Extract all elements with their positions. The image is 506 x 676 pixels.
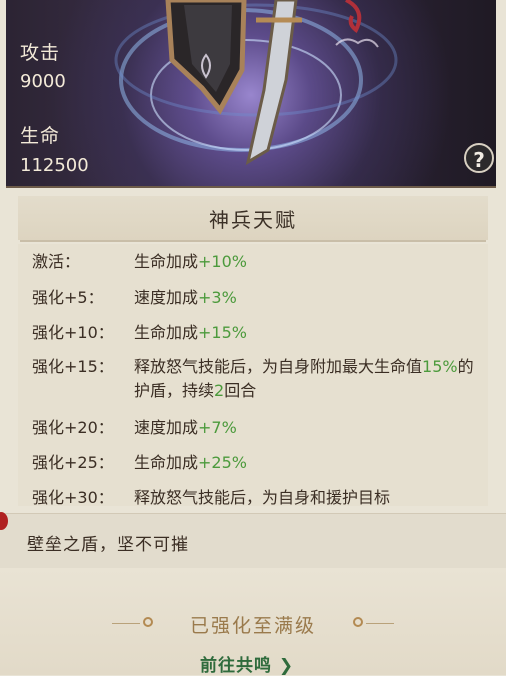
talent-requirement: 强化+5： xyxy=(32,288,104,307)
talent-description: 生命加成+10% xyxy=(134,252,247,271)
talent-requirement: 强化+25： xyxy=(32,453,114,472)
talent-description: 生命加成+15% xyxy=(134,323,247,342)
talent-requirement: 激活： xyxy=(32,252,81,271)
talent-section-title: 神兵天赋 xyxy=(209,208,297,232)
weapon-quote: 壁垒之盾，坚不可摧 xyxy=(27,535,189,555)
chevron-right-icon: ❯ xyxy=(278,656,295,676)
talent-description: 生命加成+25% xyxy=(134,453,247,472)
talent-description: 释放怒气技能后，为自身附加最大生命值15%的护盾，持续2回合 xyxy=(134,357,474,400)
divider xyxy=(20,240,486,242)
go-resonate-link[interactable]: 前往共鸣 ❯ xyxy=(200,651,294,676)
talent-requirement: 强化+10： xyxy=(32,323,114,342)
talent-requirement: 强化+30： xyxy=(32,488,114,506)
max-level-status: 已强化至满级 xyxy=(189,615,316,637)
help-icon[interactable]: ? xyxy=(464,143,494,173)
talent-requirement: 强化+20： xyxy=(32,418,114,437)
talent-requirement: 强化+15： xyxy=(32,357,114,376)
attack-value: 9000 xyxy=(20,71,66,92)
go-resonate-label: 前往共鸣 xyxy=(200,656,272,676)
talent-description: 速度加成+3% xyxy=(134,288,237,307)
hp-label: 生命 xyxy=(20,125,61,147)
talent-list[interactable]: 激活： 生命加成+10% 强化+5： 速度加成+3% 强化+10： 生命加成+1… xyxy=(18,244,488,506)
hp-value: 112500 xyxy=(20,155,89,176)
talent-description: 速度加成+7% xyxy=(134,418,237,437)
talent-description: 释放怒气技能后，为自身和援护目标 xyxy=(134,488,391,506)
weapon-artwork-panel: 攻击 9000 生命 112500 ? xyxy=(6,0,496,188)
attack-label: 攻击 xyxy=(20,42,61,64)
